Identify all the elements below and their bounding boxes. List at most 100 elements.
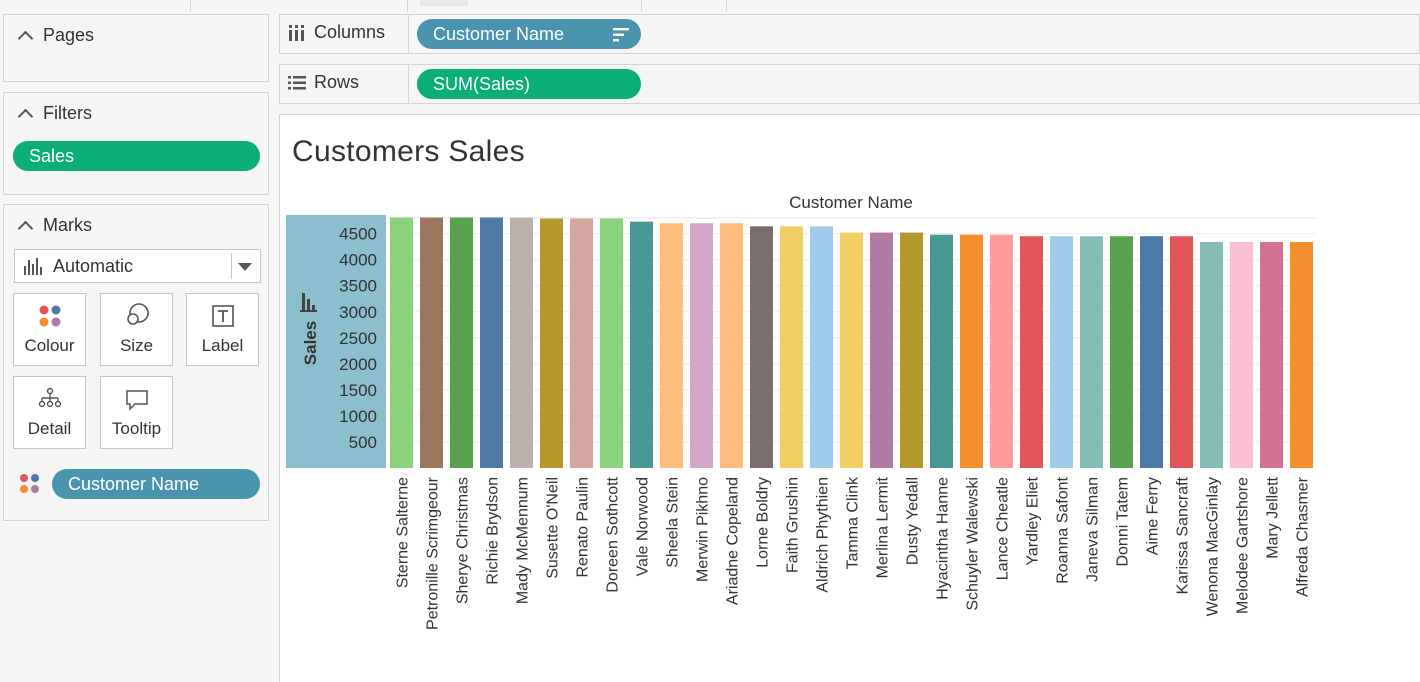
x-tick-label: Alfreda Chasmer bbox=[1295, 476, 1312, 597]
toolbar-divider bbox=[641, 0, 642, 12]
bar[interactable] bbox=[630, 221, 653, 468]
y-tick-label: 3500 bbox=[339, 277, 377, 296]
tooltip-button[interactable]: Tooltip bbox=[100, 376, 173, 449]
x-tick-label: Mary Jellett bbox=[1265, 476, 1282, 558]
marks-header[interactable]: Marks bbox=[16, 215, 92, 236]
bar-chart: Customer Name 500 1000 1500 2000 2500 3000 3500… bbox=[286, 193, 1316, 630]
bar[interactable] bbox=[390, 217, 413, 468]
marks-title: Marks bbox=[43, 215, 92, 235]
sort-descending-icon[interactable] bbox=[613, 28, 629, 42]
dropdown-divider bbox=[231, 253, 232, 279]
x-tick-label: Lance Cheatle bbox=[995, 477, 1012, 580]
bar[interactable] bbox=[1260, 241, 1283, 468]
bar[interactable] bbox=[600, 218, 623, 468]
bar[interactable] bbox=[810, 226, 833, 468]
colour-label: Colour bbox=[24, 336, 75, 355]
bar[interactable] bbox=[1170, 236, 1193, 468]
bar[interactable] bbox=[570, 218, 593, 468]
bar[interactable] bbox=[1020, 236, 1043, 468]
bar[interactable] bbox=[870, 232, 893, 468]
collapse-chevron-icon[interactable] bbox=[17, 108, 34, 124]
columns-pill-customer-name[interactable]: Customer Name bbox=[417, 19, 641, 49]
bar[interactable] bbox=[420, 217, 443, 468]
collapse-chevron-icon[interactable] bbox=[17, 30, 34, 46]
x-tick-label: Dusty Yedall bbox=[905, 477, 922, 565]
x-tick-label: Janeva Silman bbox=[1085, 477, 1102, 582]
x-tick-label: Roanna Safont bbox=[1055, 476, 1072, 583]
size-button[interactable]: Size bbox=[100, 293, 173, 366]
sheet-tab[interactable] bbox=[420, 0, 468, 6]
rows-pill-label: SUM(Sales) bbox=[433, 73, 531, 94]
detail-label: Detail bbox=[27, 419, 72, 438]
colour-button[interactable]: Colour bbox=[13, 293, 86, 366]
toolbar-divider bbox=[407, 0, 408, 12]
label-button[interactable]: Label bbox=[186, 293, 259, 366]
pages-card: Pages bbox=[3, 14, 269, 82]
dropdown-caret-icon[interactable] bbox=[238, 263, 252, 271]
bar[interactable] bbox=[990, 234, 1013, 468]
x-tick-label: Petronille Scrimgeour bbox=[425, 476, 442, 630]
bar[interactable] bbox=[660, 223, 683, 468]
tooltip-label: Tooltip bbox=[111, 419, 162, 438]
columns-shelf: Columns Customer Name bbox=[279, 14, 1420, 54]
x-tick-label: Ariadne Copeland bbox=[725, 477, 742, 605]
x-tick-label: Donni Tatem bbox=[1115, 477, 1132, 567]
worksheet-view: Customers Sales Customer Name 500 1000 1500… bbox=[279, 114, 1420, 682]
bar[interactable] bbox=[720, 223, 743, 468]
x-tick-label: Mady McMennum bbox=[515, 477, 532, 604]
colour-pill-customer-name[interactable]: Customer Name bbox=[52, 469, 260, 499]
filter-pill-sales[interactable]: Sales bbox=[13, 141, 260, 171]
x-tick-label: Renato Paulin bbox=[575, 477, 592, 578]
bar[interactable] bbox=[1080, 236, 1103, 468]
filters-header[interactable]: Filters bbox=[16, 103, 92, 124]
rows-icon bbox=[288, 75, 306, 89]
x-tick-label: Sheela Stein bbox=[665, 477, 682, 568]
bar[interactable] bbox=[450, 217, 473, 468]
toolbar-divider bbox=[726, 0, 727, 12]
x-tick-label: Schuyler Walewski bbox=[965, 477, 982, 611]
x-tick-label: Tamma Clink bbox=[845, 476, 862, 569]
filters-card: Filters Sales bbox=[3, 92, 269, 195]
bar[interactable] bbox=[1140, 236, 1163, 468]
bar[interactable] bbox=[840, 232, 863, 468]
bar[interactable] bbox=[690, 223, 713, 468]
bar[interactable] bbox=[900, 232, 923, 468]
bar[interactable] bbox=[960, 234, 983, 468]
mark-type-dropdown[interactable]: Automatic bbox=[14, 249, 261, 283]
rows-pill-sum-sales[interactable]: SUM(Sales) bbox=[417, 69, 641, 99]
pages-header[interactable]: Pages bbox=[16, 25, 94, 46]
bar[interactable] bbox=[540, 218, 563, 468]
bar[interactable] bbox=[1110, 236, 1133, 468]
x-tick-label: Richie Brydson bbox=[485, 477, 502, 585]
rows-label: Rows bbox=[314, 72, 360, 92]
colour-encoding-icon bbox=[20, 474, 39, 493]
detail-button[interactable]: Detail bbox=[13, 376, 86, 449]
bar[interactable] bbox=[1200, 241, 1223, 468]
bar[interactable] bbox=[1050, 236, 1073, 468]
x-tick-label: Faith Grushin bbox=[785, 477, 802, 573]
x-tick-label: Karissa Sancraft bbox=[1175, 476, 1192, 594]
y-tick-label: 4500 bbox=[339, 225, 377, 244]
bar[interactable] bbox=[1290, 241, 1313, 468]
y-tick-label: 2500 bbox=[339, 329, 377, 348]
x-tick-label: Aime Ferry bbox=[1145, 477, 1162, 555]
shelf-divider bbox=[408, 15, 409, 53]
colour-palette-icon bbox=[39, 305, 60, 327]
detail-hierarchy-icon bbox=[38, 387, 61, 408]
bar[interactable] bbox=[750, 226, 773, 468]
x-tick-label: Merlina Lermit bbox=[875, 476, 892, 578]
bar[interactable] bbox=[1230, 241, 1253, 468]
y-tick-label: 500 bbox=[349, 433, 377, 452]
collapse-chevron-icon[interactable] bbox=[17, 220, 34, 236]
x-axis-title: Customer Name bbox=[789, 193, 913, 212]
bar[interactable] bbox=[510, 217, 533, 468]
x-tick-label: Lorne Boldry bbox=[755, 477, 772, 568]
top-toolbar-strip bbox=[0, 0, 1420, 12]
y-tick-label: 1500 bbox=[339, 381, 377, 400]
bar[interactable] bbox=[480, 217, 503, 468]
columns-label: Columns bbox=[314, 22, 386, 42]
y-tick-label: 4000 bbox=[339, 251, 377, 270]
bar[interactable] bbox=[780, 226, 803, 468]
pages-title: Pages bbox=[43, 25, 95, 45]
bar[interactable] bbox=[930, 234, 953, 468]
